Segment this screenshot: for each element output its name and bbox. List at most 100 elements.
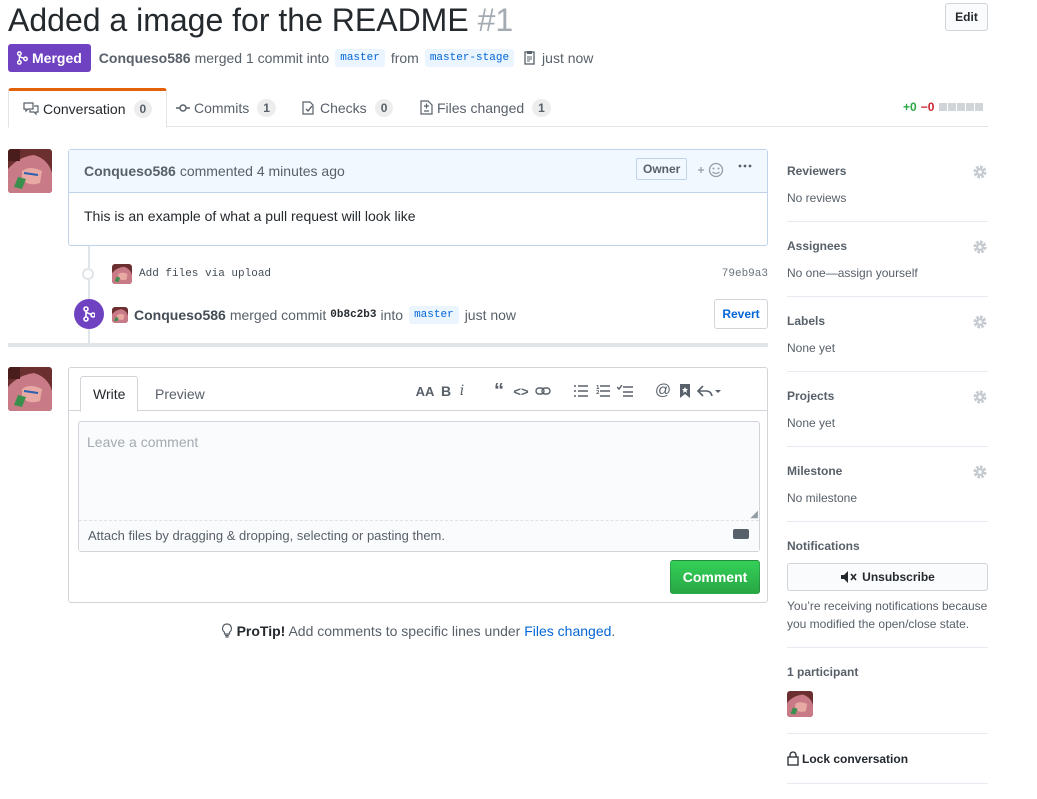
- lock-conversation-link[interactable]: Lock conversation: [787, 751, 908, 766]
- tab-checks[interactable]: Checks 0: [302, 88, 394, 127]
- diffstat-block: [939, 103, 948, 111]
- form-tabs: Write Preview AA B i “ <> 12 @: [69, 368, 767, 412]
- more-options-icon[interactable]: [737, 158, 753, 177]
- gear-icon[interactable]: [972, 164, 988, 180]
- reply-icon[interactable]: [696, 381, 722, 401]
- reviewers-value: No reviews: [787, 191, 847, 205]
- unordered-list-icon[interactable]: [570, 381, 592, 401]
- pr-title: Added a image for the README: [8, 2, 469, 38]
- sidebar-lock[interactable]: Lock conversation: [787, 734, 988, 784]
- attach-files-bar[interactable]: Attach files by dragging & dropping, sel…: [79, 520, 759, 551]
- labels-label[interactable]: Labels: [787, 314, 825, 328]
- gear-icon[interactable]: [972, 239, 988, 255]
- timeline-commit: Add files via upload 79eb9a3: [80, 263, 768, 285]
- participant-avatar[interactable]: [787, 691, 813, 717]
- task-list-icon[interactable]: [614, 381, 636, 401]
- diffstat-block: [975, 103, 984, 111]
- merge-sha-link[interactable]: 0b8c2b3: [330, 309, 376, 321]
- tab-preview[interactable]: Preview: [143, 376, 217, 412]
- protip-text: Add comments to specific lines under: [288, 623, 521, 639]
- tab-conversation[interactable]: Conversation 0: [8, 88, 168, 128]
- assignees-label[interactable]: Assignees: [787, 239, 847, 253]
- markdown-toolbar: AA B i “ <> 12 @: [414, 380, 722, 402]
- reviewers-label[interactable]: Reviewers: [787, 164, 846, 178]
- clipboard-icon[interactable]: [522, 50, 536, 66]
- link-icon[interactable]: [532, 381, 554, 401]
- milestone-label[interactable]: Milestone: [787, 464, 842, 478]
- notifications-label: Notifications: [787, 539, 860, 553]
- assignees-value[interactable]: No one—assign yourself: [787, 266, 918, 280]
- mute-icon: [841, 571, 857, 583]
- diffstat-deletions: −0: [920, 100, 935, 114]
- edit-button[interactable]: Edit: [945, 3, 988, 31]
- protip-label: ProTip!: [236, 623, 286, 639]
- tab-counter: 1: [532, 98, 551, 117]
- bookmark-icon[interactable]: [674, 381, 696, 401]
- file-diff-icon: [420, 100, 433, 115]
- merge-summary: merged 1 commit into: [194, 50, 330, 66]
- files-changed-link[interactable]: Files changed: [524, 623, 611, 639]
- avatar[interactable]: [8, 367, 52, 411]
- tab-counter: 0: [133, 100, 153, 118]
- merge-avatar[interactable]: [112, 307, 128, 323]
- state-badge: Merged: [8, 44, 91, 72]
- pr-author-link[interactable]: Conqueso586: [99, 50, 191, 66]
- sidebar-reviewers: Reviewers No reviews: [787, 149, 988, 222]
- markdown-icon[interactable]: [733, 529, 749, 539]
- sidebar-milestone: Milestone No milestone: [787, 447, 988, 522]
- unsubscribe-button[interactable]: Unsubscribe: [787, 563, 988, 591]
- commit-sha-link[interactable]: 79eb9a3: [722, 268, 768, 280]
- pr-tabs: Conversation 0 Commits 1 Checks 0 Files …: [8, 88, 988, 128]
- sidebar-notifications: Notifications Unsubscribe You’re receivi…: [787, 522, 988, 648]
- protip-end: .: [611, 623, 616, 639]
- merge-event-time[interactable]: just now: [465, 307, 516, 323]
- tab-files-changed[interactable]: Files changed 1: [420, 88, 551, 127]
- bold-icon[interactable]: B: [438, 381, 454, 401]
- checklist-icon: [302, 100, 314, 115]
- resize-handle-icon[interactable]: ◢: [750, 509, 758, 520]
- gear-icon[interactable]: [972, 389, 988, 405]
- diffstat[interactable]: +0 −0: [903, 100, 984, 114]
- attach-files-text: Attach files by dragging & dropping, sel…: [88, 528, 445, 543]
- commit-dot-icon: [82, 268, 94, 280]
- pr-number: #1: [477, 2, 514, 38]
- avatar[interactable]: [8, 149, 52, 193]
- notifications-reason-line: You’re receiving notifications because: [787, 599, 988, 613]
- merge-branch[interactable]: master: [409, 306, 459, 324]
- gear-icon[interactable]: [972, 314, 988, 330]
- sidebar-assignees: Assignees No one—assign yourself: [787, 222, 988, 297]
- head-branch[interactable]: master-stage: [424, 49, 515, 67]
- lock-conversation-label: Lock conversation: [802, 751, 909, 766]
- svg-text:2: 2: [596, 390, 600, 396]
- timeline-merge: Conqueso586 merged commit 0b8c2b3 into m…: [112, 304, 516, 326]
- quote-icon[interactable]: “: [488, 380, 510, 402]
- projects-label[interactable]: Projects: [787, 389, 834, 403]
- comment-author-link[interactable]: Conqueso586: [84, 163, 176, 179]
- header-text-icon[interactable]: AA: [414, 381, 436, 401]
- commit-avatar[interactable]: [112, 264, 132, 284]
- new-comment-form: Write Preview AA B i “ <> 12 @ Leave a c…: [68, 367, 768, 603]
- ordered-list-icon[interactable]: 12: [592, 381, 614, 401]
- comment-timestamp[interactable]: commented 4 minutes ago: [180, 163, 345, 179]
- commit-message-link[interactable]: Add files via upload: [139, 268, 271, 280]
- sidebar-labels: Labels None yet: [787, 297, 988, 372]
- notifications-reason: You’re receiving notifications because y…: [787, 597, 988, 633]
- diffstat-additions: +0: [903, 100, 917, 114]
- diffstat-block: [948, 103, 957, 111]
- owner-label: Owner: [636, 158, 688, 180]
- tab-label: Commits: [194, 99, 250, 116]
- comment-textarea[interactable]: Leave a comment ◢ Attach files by draggi…: [78, 421, 760, 552]
- tab-label: Conversation: [43, 101, 126, 117]
- add-reaction-icon[interactable]: [697, 162, 725, 181]
- merge-author-link[interactable]: Conqueso586: [134, 307, 226, 323]
- gear-icon[interactable]: [972, 464, 988, 480]
- revert-button[interactable]: Revert: [714, 299, 768, 329]
- tab-write[interactable]: Write: [80, 376, 139, 412]
- italic-icon[interactable]: i: [454, 381, 470, 401]
- code-icon[interactable]: <>: [510, 381, 532, 401]
- base-branch[interactable]: master: [335, 49, 385, 67]
- comment-submit-button[interactable]: Comment: [670, 560, 760, 594]
- comment-body: This is an example of what a pull reques…: [84, 208, 416, 224]
- tab-commits[interactable]: Commits 1: [176, 88, 276, 127]
- mention-icon[interactable]: @: [652, 381, 674, 401]
